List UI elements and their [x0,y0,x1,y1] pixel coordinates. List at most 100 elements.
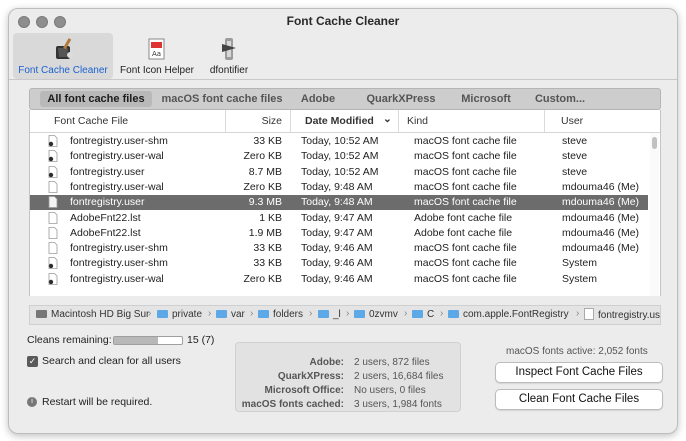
folder-icon [258,310,269,318]
cell-user: steve [562,150,588,163]
path-item[interactable]: folders [258,308,303,322]
path-item[interactable]: var [216,308,245,322]
cell-size: Zero KB [243,150,282,163]
cache-stats-box: Adobe: 2 users, 872 files QuarkXPress: 2 u… [235,342,461,412]
toolbar-dfontifier[interactable]: dfontifier [201,33,257,79]
table-row[interactable]: fontregistry.user-wal Zero KB Today, 9:48 … [30,180,648,195]
table-row[interactable]: fontregistry.user-wal Zero KB Today, 9:46 … [30,272,648,287]
toolbar-font-cache-cleaner[interactable]: Font Cache Cleaner [13,33,113,79]
document-icon [48,180,58,193]
cell-kind: macOS font cache file [414,272,517,285]
document-icon [48,226,58,239]
path-item[interactable]: 0zvmv [354,308,398,322]
tab-adobe[interactable]: Adobe [296,91,340,107]
stats-row: QuarkXPress: 2 users, 16,684 files [236,371,460,384]
path-item-label: com.apple.FontRegistry [463,309,569,320]
cell-kind: macOS font cache file [414,135,517,147]
cell-date-modified: Today, 9:48 AM [301,180,373,193]
cell-date-modified: Today, 9:46 AM [301,272,373,285]
sort-descending-icon: ⌄ [383,113,392,125]
path-item[interactable]: private [157,308,202,322]
table-row[interactable]: fontregistry.user 9.3 MB Today, 9:48 AM mac… [30,195,648,211]
table-row[interactable]: fontregistry.user-shm 33 KB Today, 10:52 A… [30,134,648,149]
cell-file-name: AdobeFnt22.lst [70,226,141,239]
cell-size: 33 KB [253,135,282,147]
column-header-file[interactable]: Font Cache File [54,110,214,132]
cleans-remaining-value: 15 (7) [187,334,215,346]
scrollbar-thumb[interactable] [652,137,657,149]
progress-fill [114,337,159,344]
path-item[interactable]: com.apple.FontRegistry [448,308,569,322]
cell-user: mdouma46 (Me) [562,196,640,209]
cell-user: steve [562,165,588,178]
path-item[interactable]: C [412,308,434,322]
cell-kind: macOS font cache file [414,165,517,178]
stats-key: QuarkXPress: [277,371,344,382]
stats-row: macOS fonts cached: 3 users, 1,984 fonts [236,399,460,412]
cell-user: mdouma46 (Me) [562,211,640,224]
cell-file-name: fontregistry.user-shm [70,242,168,255]
stats-key: Adobe: [309,357,344,368]
tab-quarkxpress[interactable]: QuarkXPress [360,91,442,107]
table-row[interactable]: fontregistry.user 8.7 MB Today, 10:52 AM ma… [30,165,648,180]
folder-icon [157,310,168,318]
path-item[interactable]: _l [318,308,341,322]
cell-file-name: fontregistry.user-shm [70,257,168,270]
tab-microsoft[interactable]: Microsoft [456,91,516,107]
title-bar: Font Cache Cleaner [9,9,677,33]
clean-font-cache-button[interactable]: Clean Font Cache Files [495,389,663,410]
column-header-size[interactable]: Size [225,110,290,132]
cell-kind: macOS font cache file [414,257,517,270]
chevron-right-icon: › [576,308,580,319]
cell-file-name: AdobeFnt22.lst [70,211,141,224]
cell-user: steve [562,135,588,147]
tab-macos-font-cache-files[interactable]: macOS font cache files [158,91,286,107]
chevron-right-icon: › [208,308,212,319]
document-icon [48,196,58,209]
table-row[interactable]: AdobeFnt22.lst 1 KB Today, 9:47 AM Adobe fo… [30,211,648,226]
cell-kind: macOS font cache file [414,242,517,255]
table-row[interactable]: fontregistry.user-shm 33 KB Today, 9:46 AM… [30,241,648,256]
column-header-date[interactable]: Date Modified ⌄ [290,110,398,132]
window-title: Font Cache Cleaner [286,14,400,28]
column-header-user[interactable]: User [544,110,652,132]
cell-kind: macOS font cache file [414,180,517,193]
path-item[interactable]: Macintosh HD Big Sur [36,308,149,322]
toolbar-font-icon-helper[interactable]: Aa Font Icon Helper [115,33,199,79]
path-item-label: 0zvmv [369,309,398,320]
toolbar-label: Font Cache Cleaner [18,65,108,76]
cell-size: 1 KB [259,211,282,224]
cell-date-modified: Today, 10:52 AM [301,135,379,147]
folder-icon [216,310,227,318]
table-row[interactable]: AdobeFnt22.lst 1.9 MB Today, 9:47 AM Adobe … [30,226,648,241]
cell-date-modified: Today, 10:52 AM [301,150,379,163]
column-header-label: Size [261,115,282,127]
cell-file-name: fontregistry.user [70,196,145,209]
path-bar: Macintosh HD Big Sur › private › var › f… [29,305,661,325]
cell-size: 33 KB [253,257,282,270]
cell-date-modified: Today, 9:47 AM [301,226,373,239]
column-header-kind[interactable]: Kind [398,110,544,132]
executable-file-icon [48,150,58,163]
path-item-label: private [172,309,203,320]
cell-file-name: fontregistry.user [70,165,145,178]
path-item[interactable]: fontregistry.user [584,308,660,322]
all-users-checkbox[interactable]: ✓ [27,356,38,367]
table-row[interactable]: fontregistry.user-wal Zero KB Today, 10:52… [30,149,648,164]
vertical-scrollbar[interactable] [650,133,659,296]
tab-all-font-cache-files[interactable]: All font cache files [40,91,152,107]
document-icon [48,211,58,224]
stats-value: No users, 0 files [354,385,426,396]
path-item-label: _l [333,309,341,320]
cell-kind: Adobe font cache file [414,211,513,224]
table-row[interactable]: fontregistry.user-shm 33 KB Today, 9:46 AM… [30,256,648,271]
stats-value: 3 users, 1,984 fonts [354,399,442,410]
broom-font-icon [56,38,73,59]
all-users-checkbox-label[interactable]: Search and clean for all users [42,355,181,367]
path-item-label: Macintosh HD Big Sur [51,309,150,320]
folder-icon [412,310,423,318]
info-icon: i [27,397,37,407]
inspect-font-cache-button[interactable]: Inspect Font Cache Files [495,362,663,383]
tab-custom[interactable]: Custom... [528,91,592,107]
executable-file-icon [48,165,58,178]
